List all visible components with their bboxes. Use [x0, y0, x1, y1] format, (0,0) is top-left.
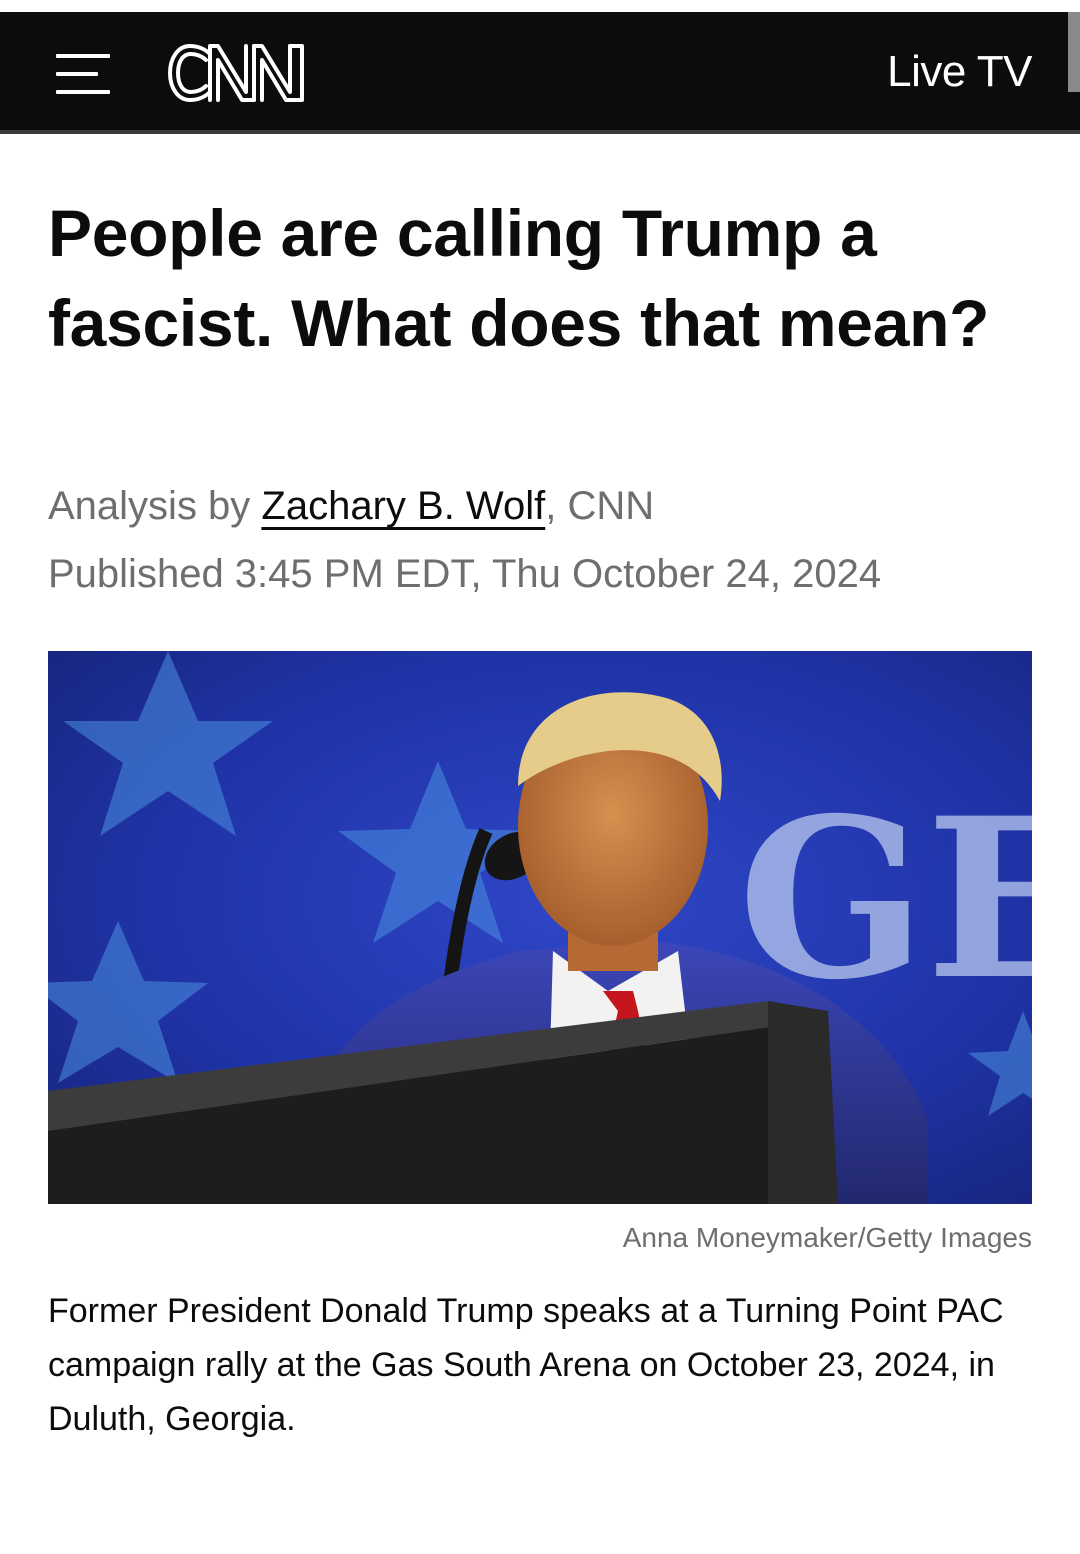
- photo-credit: Anna Moneymaker/Getty Images: [622, 1222, 1032, 1253]
- status-strip: [0, 0, 1080, 12]
- photo-caption: Former President Donald Trump speaks at …: [48, 1292, 1004, 1438]
- byline-prefix: Analysis by: [48, 484, 262, 528]
- byline: Analysis by Zachary B. Wolf, CNN: [48, 482, 654, 530]
- menu-icon[interactable]: [56, 54, 110, 94]
- article-photo[interactable]: GE: [48, 651, 1032, 1204]
- published-timestamp: Published 3:45 PM EDT, Thu October 24, 2…: [48, 552, 882, 596]
- author-link[interactable]: Zachary B. Wolf: [261, 484, 545, 528]
- cnn-logo[interactable]: [166, 38, 308, 108]
- live-tv-link[interactable]: Live TV: [887, 46, 1032, 98]
- scrollbar: [1068, 12, 1080, 92]
- article-headline: People are calling Trump a fascist. What…: [48, 196, 990, 360]
- site-header: Live TV: [0, 12, 1080, 134]
- byline-source: , CNN: [545, 484, 655, 528]
